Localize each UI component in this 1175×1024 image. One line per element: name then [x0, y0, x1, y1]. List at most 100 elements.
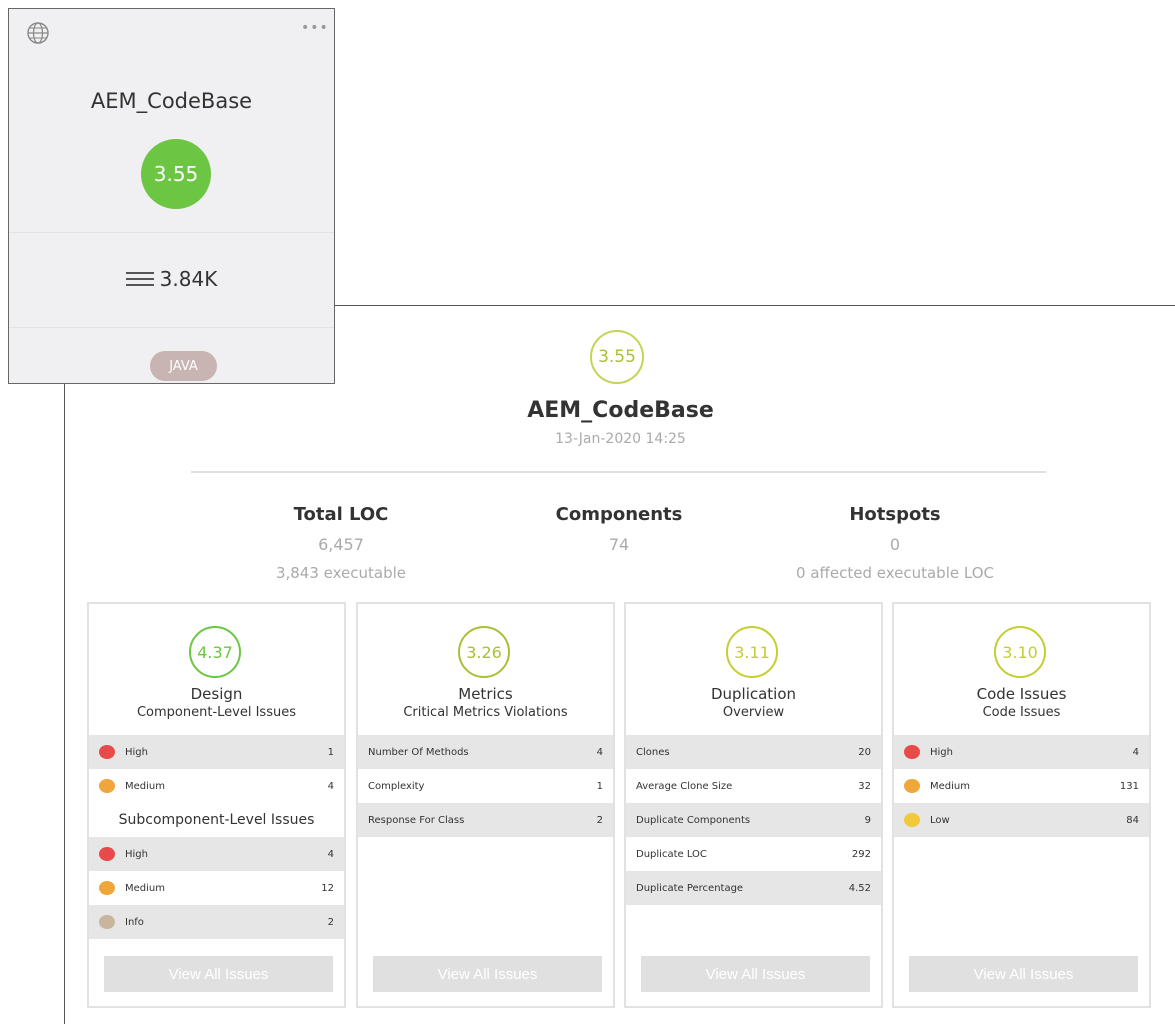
list-item[interactable]: Duplicate Components 9 [626, 803, 881, 837]
severity-dot-icon [99, 779, 115, 793]
row-label: Medium [125, 882, 165, 894]
severity-dot-icon [99, 745, 115, 759]
stat-value: 6,457 [318, 535, 364, 554]
tile-divider [9, 327, 334, 328]
severity-dot-icon [904, 779, 920, 793]
code-issues-card: 3.10 Code Issues Code Issues High 4 Medium… [892, 602, 1151, 1008]
list-item[interactable]: Clones 20 [626, 735, 881, 769]
severity-dot-icon [99, 881, 115, 895]
stat-subtext: 3,843 executable [275, 564, 407, 582]
row-value: 131 [1119, 780, 1139, 792]
list-item[interactable]: Duplicate Percentage 4.52 [626, 871, 881, 905]
stat-value: 74 [608, 535, 630, 554]
globe-icon[interactable] [26, 21, 50, 45]
list-item[interactable]: Medium 4 [89, 769, 344, 803]
stat-label: Total LOC [293, 504, 389, 525]
severity-dot-icon [99, 915, 115, 929]
list-item[interactable]: Average Clone Size 32 [626, 769, 881, 803]
language-badge[interactable]: JAVA [150, 351, 217, 381]
list-item[interactable]: High 4 [89, 837, 344, 871]
row-value: 4 [327, 780, 334, 792]
list-item[interactable]: Info 2 [89, 905, 344, 939]
view-all-issues-button[interactable]: View All Issues [641, 956, 870, 992]
row-value: 9 [864, 814, 871, 826]
metrics-title: Metrics [458, 685, 513, 703]
row-value: 20 [858, 746, 871, 758]
list-item[interactable]: High 4 [894, 735, 1149, 769]
list-item[interactable]: Complexity 1 [358, 769, 613, 803]
stat-label: Components [555, 504, 683, 525]
lines-icon [125, 268, 154, 290]
list-item[interactable]: High 1 [89, 735, 344, 769]
stat-subtext: 0 affected executable LOC [796, 564, 994, 582]
report-date: 13-Jan-2020 14:25 [555, 431, 686, 447]
row-label: Duplicate Percentage [636, 882, 744, 894]
stat-value: 0 [889, 535, 901, 554]
page-title: AEM_CodeBase [527, 398, 714, 423]
row-label: Response For Class [368, 814, 465, 826]
code-issues-score-badge: 3.10 [994, 626, 1046, 678]
metrics-score-badge: 3.26 [458, 626, 510, 678]
list-item[interactable]: Medium 12 [89, 871, 344, 905]
tile-divider [9, 232, 334, 233]
row-label: High [930, 746, 953, 758]
list-item[interactable]: Duplicate LOC 292 [626, 837, 881, 871]
design-subtitle: Component-Level Issues [136, 705, 296, 720]
tile-score-badge: 3.55 [141, 139, 211, 209]
row-value: 1 [327, 746, 334, 758]
code-issues-subtitle: Code Issues [982, 705, 1061, 720]
view-all-issues-button[interactable]: View All Issues [909, 956, 1138, 992]
project-tile[interactable]: ••• AEM_CodeBase 3.55 3.84K JAVA [8, 8, 335, 384]
duplication-subtitle: Overview [722, 705, 785, 720]
duplication-rows: Clones 20 Average Clone Size 32 Duplicate Co… [626, 735, 881, 905]
row-value: 1 [596, 780, 603, 792]
severity-dot-icon [904, 813, 920, 827]
row-label: Duplicate LOC [636, 848, 707, 860]
project-report: 3.55 AEM_CodeBase 13-Jan-2020 14:25 Tota… [64, 305, 1175, 1024]
more-icon[interactable]: ••• [301, 21, 329, 35]
row-label: Duplicate Components [636, 814, 751, 826]
stat-label: Hotspots [849, 504, 941, 525]
duplication-score-badge: 3.11 [726, 626, 778, 678]
row-label: Complexity [368, 780, 425, 792]
metrics-rows: Number Of Methods 4 Complexity 1 Response Fo… [358, 735, 613, 837]
metrics-card: 3.26 Metrics Critical Metrics Violations… [356, 602, 615, 1008]
metrics-subtitle: Critical Metrics Violations [403, 705, 568, 720]
row-label: Clones [636, 746, 670, 758]
row-value: 4 [1132, 746, 1139, 758]
severity-dot-icon [904, 745, 920, 759]
list-item[interactable]: Low 84 [894, 803, 1149, 837]
view-all-issues-button[interactable]: View All Issues [104, 956, 333, 992]
design-score-badge: 4.37 [189, 626, 241, 678]
list-item[interactable]: Medium 131 [894, 769, 1149, 803]
row-label: High [125, 746, 148, 758]
row-label: High [125, 848, 148, 860]
stat-total-loc: Total LOC 6,457 3,843 executable [221, 504, 461, 582]
stat-components: Components 74 [499, 504, 739, 554]
row-label: Medium [125, 780, 165, 792]
tile-project-name[interactable]: AEM_CodeBase [9, 89, 334, 113]
row-label: Average Clone Size [636, 780, 733, 792]
stat-hotspots: Hotspots 0 0 affected executable LOC [775, 504, 1015, 582]
design-title: Design [190, 685, 243, 703]
row-value: 2 [596, 814, 603, 826]
row-value: 4 [596, 746, 603, 758]
tile-loc: 3.84K [9, 267, 334, 291]
code-issues-title: Code Issues [976, 685, 1067, 703]
design-card: 4.37 Design Component-Level Issues High 1… [87, 602, 346, 1008]
row-value: 4.52 [848, 882, 871, 894]
subsection-heading: Subcomponent-Level Issues [118, 812, 315, 828]
row-value: 32 [858, 780, 871, 792]
header-divider [191, 471, 1046, 473]
row-label: Info [125, 916, 144, 928]
list-item[interactable]: Response For Class 2 [358, 803, 613, 837]
code-issues-rows: High 4 Medium 131 Low 84 [894, 735, 1149, 837]
row-value: 292 [851, 848, 871, 860]
row-label: Low [930, 814, 950, 826]
header-score-badge: 3.55 [590, 330, 644, 384]
view-all-issues-button[interactable]: View All Issues [373, 956, 602, 992]
tile-loc-value: 3.84K [159, 267, 218, 291]
duplication-card: 3.11 Duplication Overview Clones 20 Averag… [624, 602, 883, 1008]
list-item[interactable]: Number Of Methods 4 [358, 735, 613, 769]
design-rows: High 1 Medium 4 Subcomponent-Level Issues Hig… [89, 735, 344, 939]
